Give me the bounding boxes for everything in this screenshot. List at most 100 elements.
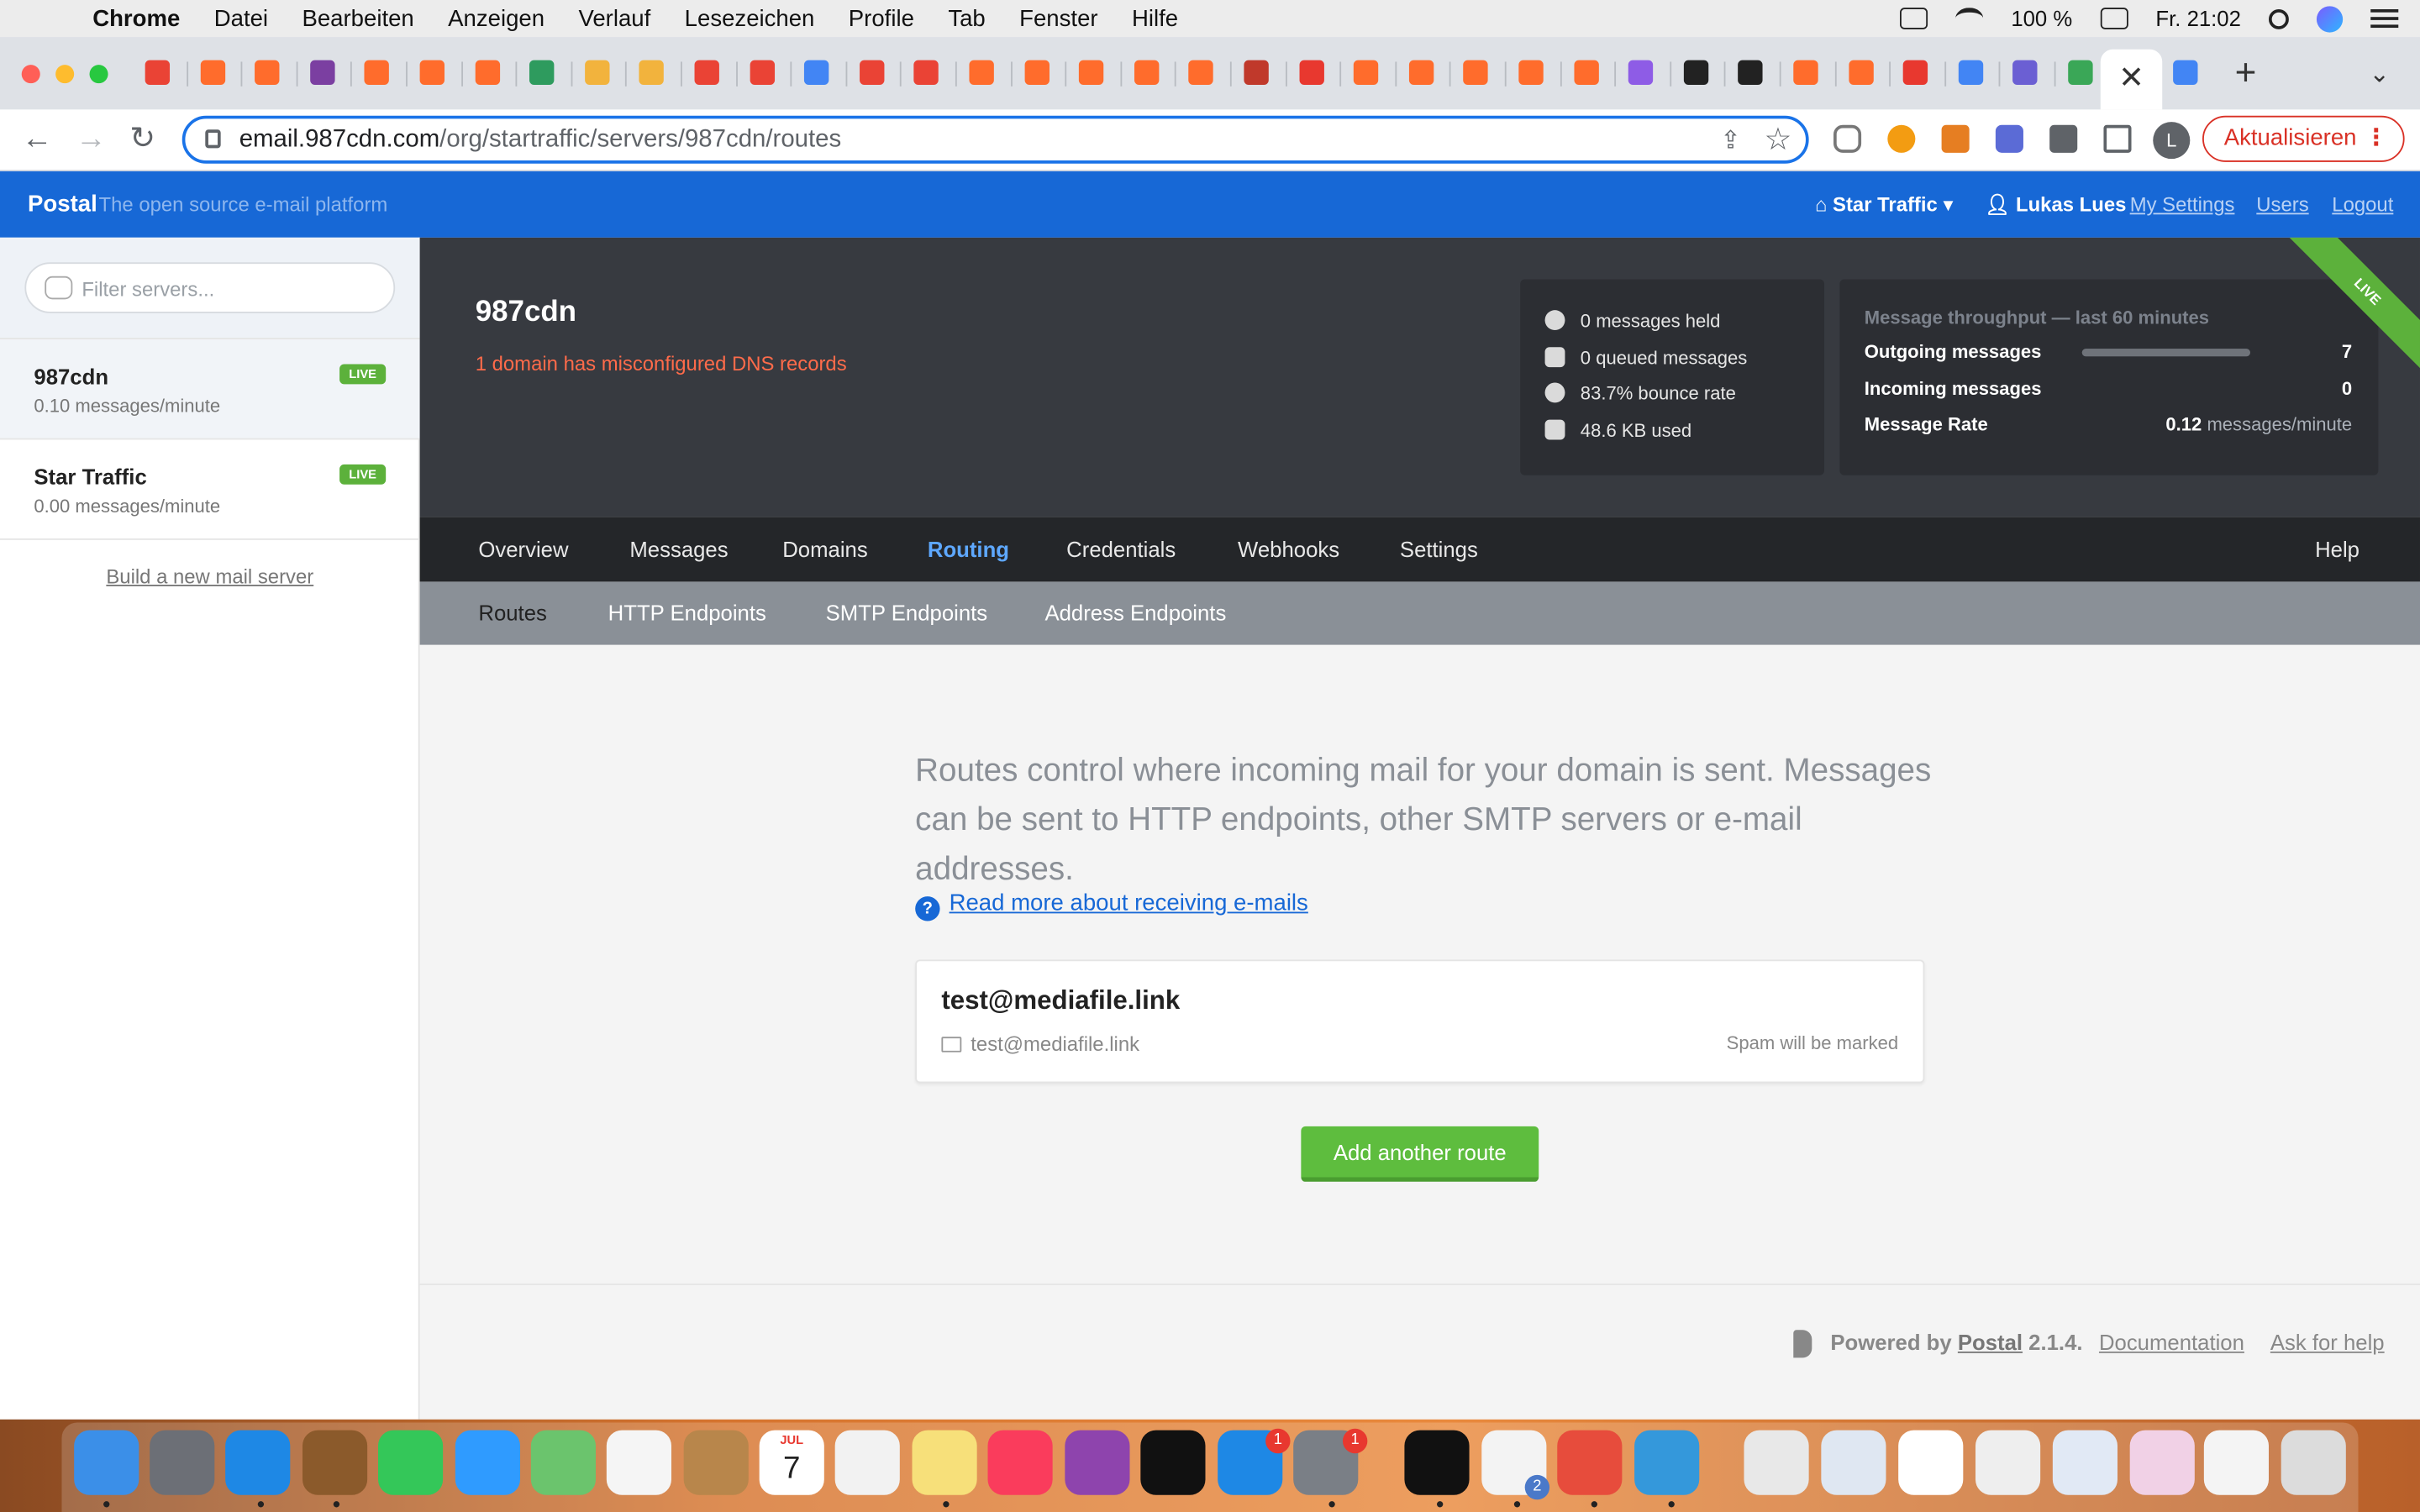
menu-item-fenster[interactable]: Fenster [1019,5,1097,31]
tab-favicon-b-letter-icon[interactable] [529,60,555,86]
dock-podcasts-icon[interactable] [1065,1430,1130,1495]
tab-favicon-cpanel-icon[interactable] [969,60,994,86]
tab-favicon-bot-icon[interactable] [639,60,665,86]
tab-favicon-cpanel-icon[interactable] [1793,60,1818,86]
filter-box[interactable] [24,262,396,313]
tab-settings[interactable]: Settings [1400,537,1478,561]
tab-credentials[interactable]: Credentials [1066,537,1176,561]
extension-link-icon[interactable] [1833,124,1862,153]
tab-favicon-lock-icon[interactable] [1628,60,1654,86]
dock-apple-tv-icon[interactable] [1140,1430,1206,1495]
tab-favicon-badge-icon[interactable] [2068,60,2093,86]
dock-music-icon[interactable] [987,1430,1053,1495]
wifi-icon[interactable] [1955,8,1984,29]
dock-facetime-icon[interactable] [377,1430,444,1495]
menu-item-bearbeiten[interactable]: Bearbeiten [302,5,413,31]
route-card[interactable]: test@mediafile.link test@mediafile.link … [915,959,1925,1084]
server-item-987cdn[interactable]: 987cdn 0.10 messages/minute LIVE [0,339,420,440]
dock-launchpad-icon[interactable] [150,1430,215,1495]
tab-messages[interactable]: Messages [629,537,728,561]
dock-thunderbird-icon[interactable] [1634,1430,1700,1495]
tab-favicon-cpanel-icon[interactable] [1463,60,1489,86]
dock-contacts-icon[interactable] [683,1430,749,1495]
ask-for-help-link[interactable]: Ask for help [2270,1330,2385,1354]
tab-favicon-google-icon[interactable] [2173,60,2198,86]
users-link[interactable]: Users [2256,193,2308,217]
dock-trash-icon[interactable] [2281,1430,2346,1495]
dock-window-5-icon[interactable] [2129,1430,2195,1495]
spotlight-icon[interactable] [2268,8,2289,29]
tab-favicon-flag-icon[interactable] [2012,60,2039,86]
documentation-link[interactable]: Documentation [2099,1330,2244,1354]
tab-favicon-star-icon[interactable] [1903,60,1928,86]
window-minimize-button[interactable] [55,65,75,84]
extension-blue-icon[interactable] [1995,124,2023,153]
dock-messages-icon[interactable] [455,1430,520,1495]
tab-favicon-github-icon[interactable] [1683,60,1708,86]
org-switcher[interactable]: ⌂ Star Traffic ▾ [1815,193,1953,218]
tab-help[interactable]: Help [2315,537,2360,561]
dock-document-icon[interactable] [1744,1430,1809,1495]
dock-notes-icon[interactable] [912,1430,977,1495]
tab-favicon-github-icon[interactable] [1738,60,1764,86]
build-new-server-link[interactable]: Build a new mail server [0,564,420,588]
tab-favicon-gmail-icon[interactable] [145,60,171,86]
tab-search-chevron-icon[interactable]: ⌄ [2369,59,2390,90]
battery-percent[interactable]: 100 % [2011,6,2072,30]
tab-favicon-google-icon[interactable] [804,60,829,86]
dock-terminal-icon[interactable] [1404,1430,1470,1495]
menu-item-verlauf[interactable]: Verlauf [578,5,650,31]
tab-favicon-cpanel-icon[interactable] [419,60,445,86]
tab-favicon-purple-icon[interactable] [309,60,335,86]
active-tab[interactable]: ✕ [2100,49,2163,110]
dock-safari-icon[interactable] [225,1430,291,1495]
dock-window-4-icon[interactable] [2052,1430,2118,1495]
tab-favicon-cpanel-icon[interactable] [1023,60,1050,86]
new-tab-button[interactable]: + [2235,52,2257,95]
dock-window-6-icon[interactable] [2203,1430,2269,1495]
subtab-routes[interactable]: Routes [478,600,546,624]
dock-window-2-icon[interactable] [1898,1430,1964,1495]
filter-servers-input[interactable] [82,273,383,304]
subtab-http-endpoints[interactable]: HTTP Endpoints [608,600,766,624]
server-item-star-traffic[interactable]: Star Traffic 0.00 messages/minute LIVE [0,439,420,540]
tab-overview[interactable]: Overview [478,537,568,561]
bookmark-star-icon[interactable]: ☆ [1764,120,1791,159]
tab-favicon-cpanel-icon[interactable] [1188,60,1214,86]
reload-icon[interactable]: ↻ [129,122,155,155]
postal-link[interactable]: Postal [1958,1330,2023,1354]
tab-favicon-cpanel-icon[interactable] [1134,60,1160,86]
dock-mail-eagle-icon[interactable] [302,1430,368,1495]
my-settings-link[interactable]: My Settings [2130,193,2235,217]
url-text[interactable]: email.987cdn.com/org/startraffic/servers… [239,127,842,155]
extension-orange-icon[interactable] [1887,124,1916,153]
tab-favicon-gmail-icon[interactable] [749,60,775,86]
tab-favicon-cpanel-icon[interactable] [1354,60,1379,86]
dock-anydesk-icon[interactable] [1557,1430,1623,1495]
dock-window-1-icon[interactable] [1821,1430,1886,1495]
extensions-puzzle-icon[interactable] [2049,124,2078,153]
receiving-emails-link[interactable]: Read more about receiving e-mails [950,890,1308,916]
battery-icon[interactable] [2100,8,2128,29]
tab-favicon-cpanel-icon[interactable] [365,60,390,86]
tab-favicon-cpanel-icon[interactable] [1079,60,1104,86]
menu-app-name[interactable]: Chrome [92,5,180,31]
tab-close-icon[interactable]: ✕ [2118,61,2144,95]
menu-item-tab[interactable]: Tab [948,5,985,31]
logout-link[interactable]: Logout [2332,193,2393,217]
menubar-clock[interactable]: Fr. 21:02 [2155,6,2241,30]
tab-favicon-google-icon[interactable] [1958,60,1983,86]
dock-photos-icon[interactable] [606,1430,671,1495]
tab-favicon-gmail-icon[interactable] [694,60,719,86]
update-chrome-button[interactable]: Aktualisieren ⋮ [2202,115,2405,162]
menu-item-datei[interactable]: Datei [214,5,268,31]
airplay-icon[interactable] [1900,8,1928,29]
address-bar[interactable]: email.987cdn.com/org/startraffic/servers… [182,115,1809,164]
tab-favicon-chat-icon[interactable] [1244,60,1269,86]
subtab-address-endpoints[interactable]: Address Endpoints [1044,600,1226,624]
tab-domains[interactable]: Domains [782,537,867,561]
tab-favicon-cpanel-icon[interactable] [255,60,280,86]
tab-favicon-cpanel-icon[interactable] [474,60,500,86]
tab-favicon-gmail-icon[interactable] [914,60,939,86]
more-menu-icon[interactable]: ⋮ [2365,118,2388,160]
